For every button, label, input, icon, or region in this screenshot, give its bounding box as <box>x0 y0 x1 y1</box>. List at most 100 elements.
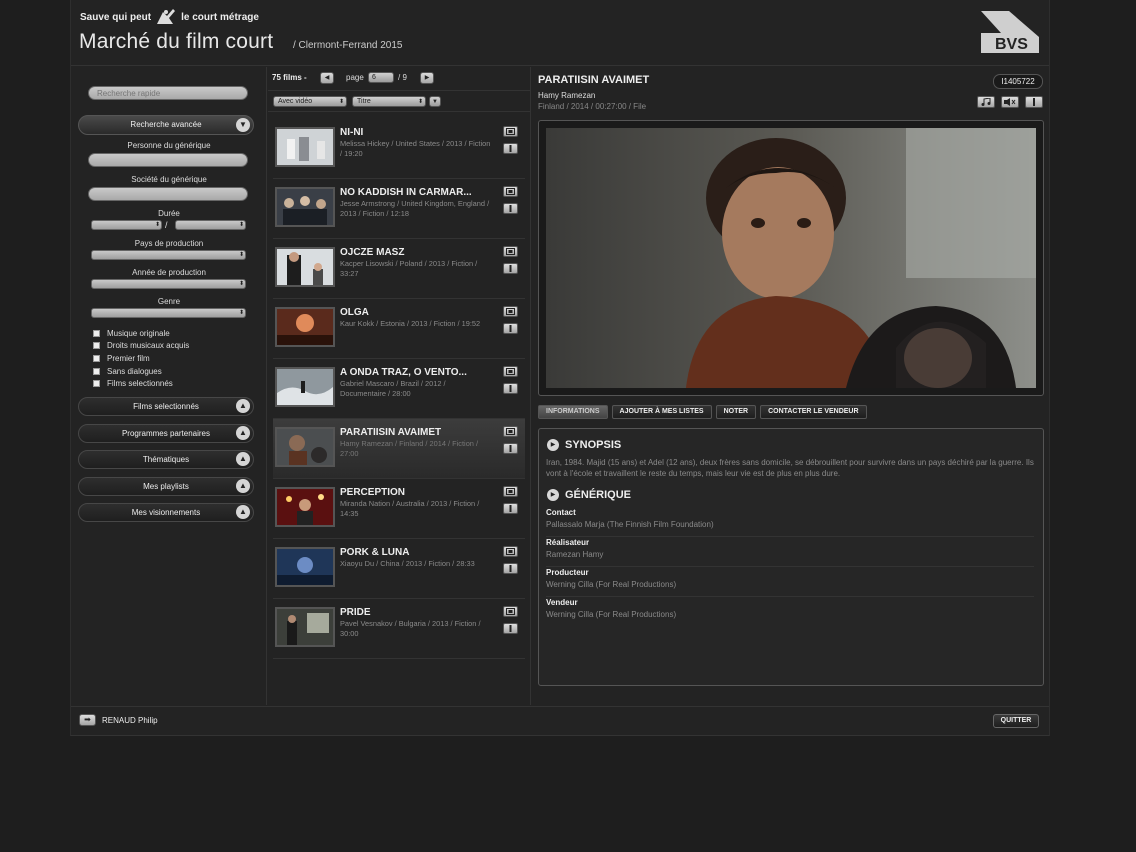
film-item-selected[interactable]: PARATIISIN AVAIMET Hamy Ramezan / Finlan… <box>273 419 525 479</box>
film-thumbnail[interactable] <box>275 427 335 467</box>
info-icon[interactable] <box>503 203 518 214</box>
subtitles-icon[interactable] <box>1001 96 1019 108</box>
video-frame[interactable] <box>546 128 1036 388</box>
arrow-right-icon[interactable]: ➡ <box>79 714 96 726</box>
quit-button[interactable]: QUITTER <box>993 714 1039 728</box>
film-item[interactable]: OJCZE MASZ Kacper Lisowski / Poland / 20… <box>273 239 525 299</box>
video-player[interactable] <box>538 120 1044 396</box>
film-item[interactable]: NO KADDISH IN CARMAR... Jesse Armstrong … <box>273 179 525 239</box>
checkbox-selected-films[interactable]: Films selectionnés <box>93 377 189 390</box>
film-thumbnail[interactable] <box>275 127 335 167</box>
page-select[interactable]: 6 <box>368 72 394 83</box>
credits-header[interactable]: ▶ GÉNÉRIQUE <box>547 489 631 501</box>
film-item[interactable]: NI-NI Melissa Hickey / United States / 2… <box>273 119 525 179</box>
play-icon[interactable]: ▶ <box>547 489 559 501</box>
film-icon[interactable] <box>503 426 518 437</box>
checkbox[interactable] <box>93 380 100 388</box>
year-select[interactable]: ⬍ <box>91 279 246 289</box>
film-icon[interactable] <box>503 606 518 617</box>
section-my-viewings[interactable]: Mes visionnements ▲ <box>78 503 254 522</box>
prev-page-button[interactable]: ◀ <box>320 72 334 84</box>
search-input[interactable] <box>88 86 248 100</box>
film-icon[interactable] <box>503 546 518 557</box>
checkbox[interactable] <box>93 342 100 350</box>
film-icon[interactable] <box>503 126 518 137</box>
film-thumbnail[interactable] <box>275 547 335 587</box>
section-label: Mes playlists <box>143 482 189 491</box>
film-thumbnail[interactable] <box>275 367 335 407</box>
info-icon[interactable] <box>503 623 518 634</box>
checkbox[interactable] <box>93 367 100 375</box>
info-icon[interactable] <box>503 503 518 514</box>
checkbox-no-dialogue[interactable]: Sans dialogues <box>93 365 189 378</box>
info-icon[interactable] <box>503 143 518 154</box>
bvs-logo: BVS <box>981 11 1039 53</box>
film-thumbnail[interactable] <box>275 307 335 347</box>
film-icon[interactable] <box>503 186 518 197</box>
film-thumbnail[interactable] <box>275 187 335 227</box>
info-icon[interactable] <box>503 443 518 454</box>
country-label: Pays de production <box>134 239 204 248</box>
section-my-playlists[interactable]: Mes playlists ▲ <box>78 477 254 496</box>
company-field[interactable] <box>88 187 248 201</box>
info-icon[interactable] <box>503 563 518 574</box>
checkbox[interactable] <box>93 329 100 337</box>
person-field[interactable] <box>88 153 248 167</box>
tab-informations[interactable]: INFORMATIONS <box>538 405 608 419</box>
film-icon[interactable] <box>503 366 518 377</box>
duration-max-select[interactable]: ⬍ <box>175 220 246 230</box>
section-label: Thématiques <box>142 455 190 464</box>
film-count: 75 films - <box>272 73 307 82</box>
film-title[interactable]: A ONDA TRAZ, O VENTO... <box>340 367 467 378</box>
page-title: Marché du film court <box>79 30 274 53</box>
tab-add-to-lists[interactable]: AJOUTER À MES LISTES <box>611 405 712 419</box>
checkbox-first-film[interactable]: Premier film <box>93 352 189 365</box>
checkbox[interactable] <box>93 354 100 362</box>
film-title[interactable]: OJCZE MASZ <box>340 247 404 258</box>
synopsis-header[interactable]: ▶ SYNOPSIS <box>547 439 621 451</box>
film-thumbnail[interactable] <box>275 247 335 287</box>
checkbox-label: Droits musicaux acquis <box>107 341 190 351</box>
tab-rate[interactable]: NOTER <box>715 405 757 419</box>
advanced-search-button[interactable]: Recherche avancée ▼ <box>78 115 254 135</box>
info-icon[interactable] <box>1025 96 1043 108</box>
film-icon[interactable] <box>503 486 518 497</box>
chevron-up-icon: ▲ <box>236 505 250 519</box>
next-page-button[interactable]: ▶ <box>420 72 434 84</box>
film-title[interactable]: PORK & LUNA <box>340 547 409 558</box>
info-icon[interactable] <box>503 323 518 334</box>
section-themes[interactable]: Thématiques ▲ <box>78 450 254 469</box>
checkbox-original-music[interactable]: Musique originale <box>93 327 189 340</box>
country-select[interactable]: ⬍ <box>91 250 246 260</box>
film-title[interactable]: PARATIISIN AVAIMET <box>340 427 441 438</box>
film-thumbnail[interactable] <box>275 607 335 647</box>
film-icon[interactable] <box>503 306 518 317</box>
section-partner-programs[interactable]: Programmes partenaires ▲ <box>78 424 254 443</box>
video-filter-select[interactable]: Avec vidéo ⬍ <box>273 96 347 107</box>
play-icon[interactable]: ▶ <box>547 439 559 451</box>
info-icon[interactable] <box>503 383 518 394</box>
film-thumbnail[interactable] <box>275 487 335 527</box>
sort-direction-button[interactable]: ▼ <box>429 96 441 107</box>
film-item[interactable]: PORK & LUNA Xiaoyu Du / China / 2013 / F… <box>273 539 525 599</box>
film-item[interactable]: PERCEPTION Miranda Nation / Australia / … <box>273 479 525 539</box>
section-selected-films[interactable]: Films selectionnés ▲ <box>78 397 254 416</box>
film-title[interactable]: PERCEPTION <box>340 487 405 498</box>
film-title[interactable]: PRIDE <box>340 607 371 618</box>
checkbox-music-rights[interactable]: Droits musicaux acquis <box>93 340 189 353</box>
film-title[interactable]: OLGA <box>340 307 369 318</box>
duration-min-select[interactable]: ⬍ <box>91 220 162 230</box>
film-icon[interactable] <box>503 246 518 257</box>
genre-select[interactable]: ⬍ <box>91 308 246 318</box>
music-icon[interactable] <box>977 96 995 108</box>
tab-contact-seller[interactable]: CONTACTER LE VENDEUR <box>760 405 867 419</box>
film-item[interactable]: PRIDE Pavel Vesnakov / Bulgaria / 2013 /… <box>273 599 525 659</box>
film-item[interactable]: A ONDA TRAZ, O VENTO... Gabriel Mascaro … <box>273 359 525 419</box>
film-item[interactable]: OLGA Kaur Kokk / Estonia / 2013 / Fictio… <box>273 299 525 359</box>
info-icon[interactable] <box>503 263 518 274</box>
sort-select[interactable]: Titre ⬍ <box>352 96 426 107</box>
filter-checkboxes: Musique originale Droits musicaux acquis… <box>93 327 189 390</box>
search-panel: Recherche avancée ▼ Personne du génériqu… <box>71 67 267 705</box>
film-title[interactable]: NI-NI <box>340 127 363 138</box>
film-title[interactable]: NO KADDISH IN CARMAR... <box>340 187 472 198</box>
